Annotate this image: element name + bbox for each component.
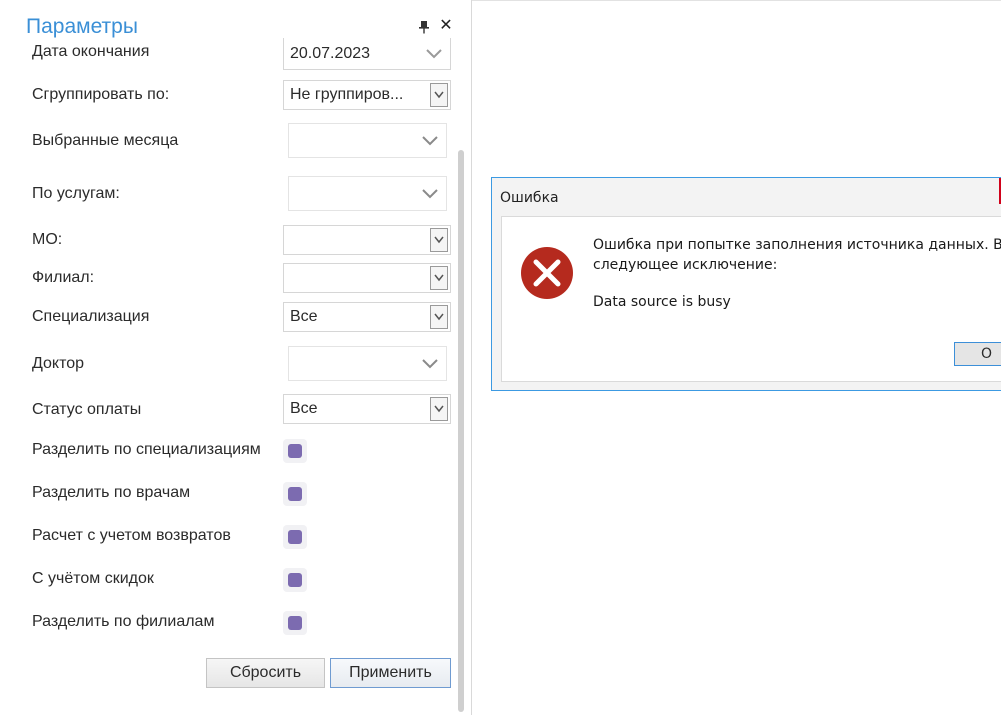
specialization-dropdown-button[interactable] [430, 305, 448, 329]
chevron-down-icon [434, 313, 444, 321]
payment-status-dropdown-button[interactable] [430, 397, 448, 421]
panel-scrollbar[interactable] [458, 150, 464, 712]
with-returns-label: Расчет с учетом возвратов [32, 527, 231, 544]
selected-months-label: Выбранные месяца [32, 132, 179, 149]
end-date-picker[interactable]: 20.07.2023 [283, 38, 451, 70]
field-payment-status: Статус оплаты Все [0, 394, 455, 424]
chevron-down-icon [426, 48, 442, 58]
mo-select[interactable] [283, 225, 451, 255]
row-split-by-specialization: Разделить по специализациям [0, 436, 455, 466]
end-date-value: 20.07.2023 [290, 44, 371, 62]
group-by-select[interactable]: Не группиров... [283, 80, 451, 110]
row-split-by-branches: Разделить по филиалам [0, 608, 455, 638]
reset-button[interactable]: Сбросить [206, 658, 325, 688]
by-services-select[interactable] [288, 176, 447, 211]
branch-label: Филиал: [32, 269, 95, 286]
chevron-down-icon [434, 405, 444, 413]
parameters-panel: Параметры ✕ Дата окончания 20.07.2023 Сг… [0, 0, 472, 715]
field-mo: МО: [0, 225, 455, 255]
field-end-date: Дата окончания 20.07.2023 [0, 38, 455, 70]
group-by-label: Сгруппировать по: [32, 86, 170, 103]
specialization-label: Специализация [32, 308, 150, 325]
dialog-body: Ошибка при попытке заполнения источника … [501, 216, 1001, 382]
chevron-down-icon [422, 135, 438, 145]
pin-icon[interactable] [418, 20, 430, 34]
chevron-down-icon [422, 188, 438, 198]
with-discounts-label: С учётом скидок [32, 570, 154, 587]
split-by-branches-label: Разделить по филиалам [32, 613, 215, 630]
split-by-specialization-checkbox[interactable] [283, 439, 307, 463]
error-dialog: Ошибка Ошибка при попытке заполнения ист… [491, 177, 1001, 391]
chevron-down-icon [422, 358, 438, 368]
split-by-doctors-label: Разделить по врачам [32, 484, 191, 501]
mo-label: МО: [32, 231, 63, 248]
split-by-branches-checkbox[interactable] [283, 611, 307, 635]
row-with-discounts: С учётом скидок [0, 565, 455, 595]
error-icon [521, 247, 573, 299]
row-with-returns: Расчет с учетом возвратов [0, 522, 455, 552]
doctor-label: Доктор [32, 355, 85, 372]
ok-button[interactable]: O [954, 342, 1001, 366]
by-services-label: По услугам: [32, 185, 120, 202]
with-returns-checkbox[interactable] [283, 525, 307, 549]
branch-select[interactable] [283, 263, 451, 293]
dialog-message: Ошибка при попытке заполнения источника … [593, 235, 1001, 275]
group-by-value: Не группиров... [290, 86, 404, 103]
branch-dropdown-button[interactable] [430, 266, 448, 290]
dialog-detail: Data source is busy [593, 294, 731, 310]
apply-button[interactable]: Применить [330, 658, 451, 688]
specialization-select[interactable]: Все [283, 302, 451, 332]
group-by-dropdown-button[interactable] [430, 83, 448, 107]
chevron-down-icon [434, 236, 444, 244]
payment-status-select[interactable]: Все [283, 394, 451, 424]
end-date-label: Дата окончания [32, 43, 150, 60]
mo-dropdown-button[interactable] [430, 228, 448, 252]
close-icon[interactable]: ✕ [439, 18, 453, 34]
split-by-doctors-checkbox[interactable] [283, 482, 307, 506]
doctor-select[interactable] [288, 346, 447, 381]
payment-status-value: Все [290, 400, 318, 417]
specialization-value: Все [290, 308, 318, 325]
field-doctor: Доктор [0, 346, 455, 382]
top-border [472, 0, 1001, 1]
payment-status-label: Статус оплаты [32, 401, 142, 418]
dialog-message-line-1: Ошибка при попытке заполнения источника … [593, 237, 1001, 253]
dialog-message-line-2: следующее исключение: [593, 257, 778, 273]
with-discounts-checkbox[interactable] [283, 568, 307, 592]
chevron-down-icon [434, 274, 444, 282]
split-by-specialization-label: Разделить по специализациям [32, 441, 261, 458]
panel-title: Параметры [26, 15, 138, 38]
field-by-services: По услугам: [0, 176, 455, 212]
field-branch: Филиал: [0, 263, 455, 293]
selected-months-select[interactable] [288, 123, 447, 158]
chevron-down-icon [434, 91, 444, 99]
dialog-title: Ошибка [500, 190, 559, 206]
field-specialization: Специализация Все [0, 302, 455, 332]
row-split-by-doctors: Разделить по врачам [0, 479, 455, 509]
field-group-by: Сгруппировать по: Не группиров... [0, 80, 455, 110]
field-selected-months: Выбранные месяца [0, 123, 455, 159]
